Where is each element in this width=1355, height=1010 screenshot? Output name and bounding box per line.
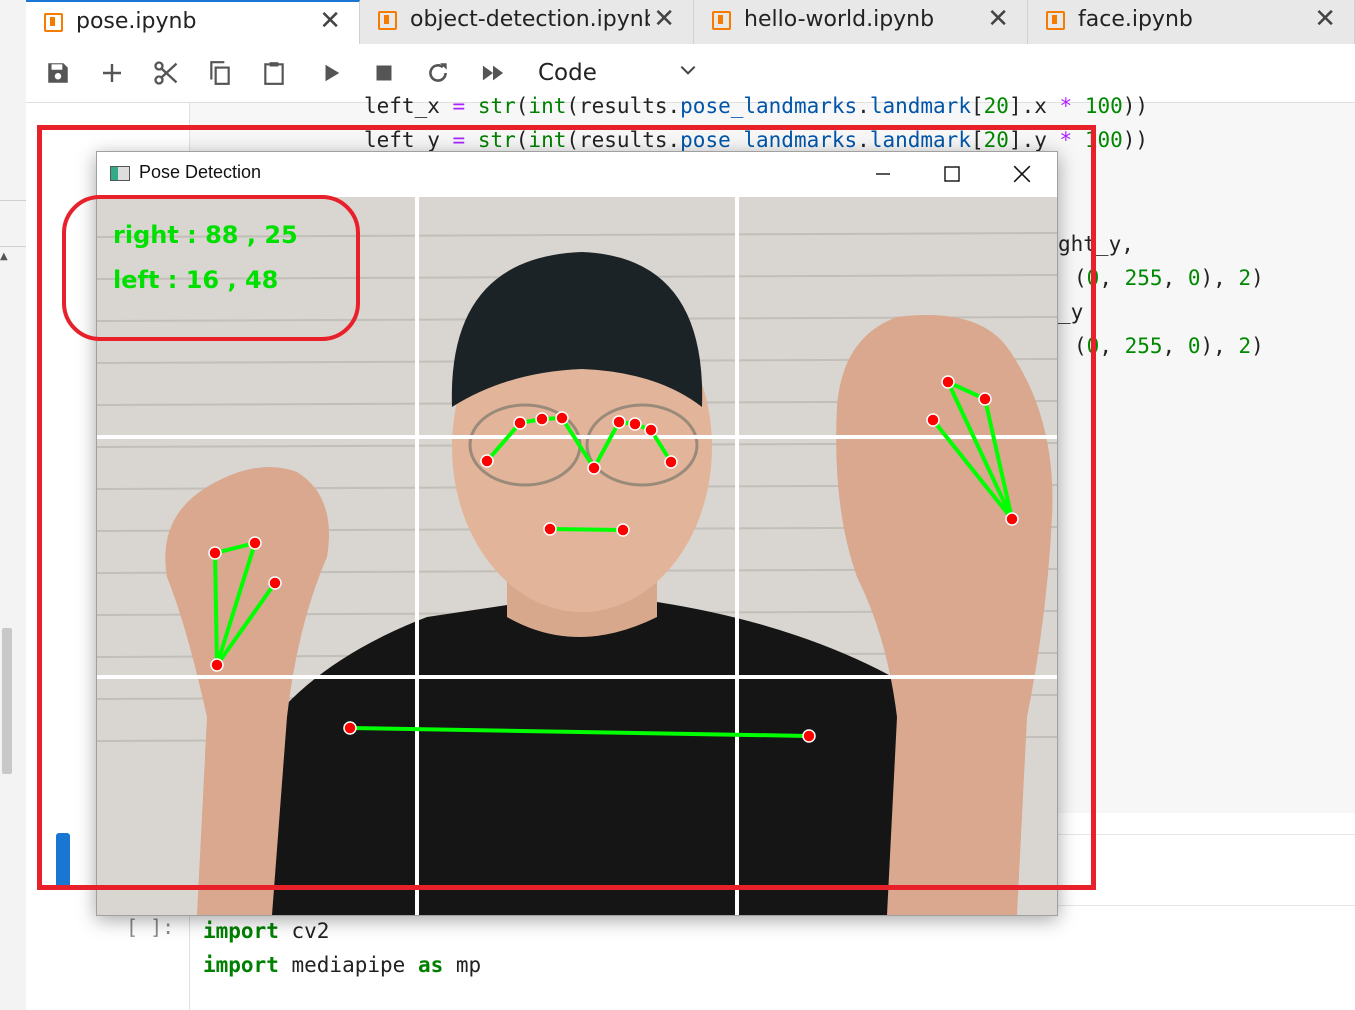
add-cell-button[interactable] [97,58,127,88]
code-line-import-cv2: import cv2 [203,919,330,943]
cut-button[interactable] [151,58,181,88]
annotation-oval [62,195,360,341]
cell-type-select[interactable]: Code [538,58,698,90]
save-button[interactable] [43,58,73,88]
left-sidebar-strip: ▲ [0,0,27,1010]
run-button[interactable] [316,58,346,88]
notebook-icon [44,13,63,32]
copy-icon [210,61,230,85]
code-fragment: (0, 255, 0), 2) [1074,334,1264,358]
tab-face[interactable]: face.ipynb ✕ [1028,0,1355,44]
close-icon[interactable]: ✕ [987,4,1009,34]
tab-label: object-detection.ipynb [410,7,650,32]
run-all-button[interactable] [478,58,508,88]
close-icon[interactable]: ✕ [653,4,675,34]
tab-label: face.ipynb [1078,7,1193,32]
notebook-icon [712,11,731,30]
scrollbar-thumb[interactable] [2,628,12,774]
run-icon [325,64,340,82]
tab-bar: pose.ipynb ✕ object-detection.ipynb ✕ he… [26,0,1355,45]
cell-type-value: Code [538,60,597,86]
tab-label: hello-world.ipynb [744,7,935,32]
paste-button[interactable] [259,58,289,88]
close-icon[interactable]: ✕ [319,6,341,36]
tab-object-detection[interactable]: object-detection.ipynb ✕ [360,0,694,44]
stop-button[interactable] [369,58,399,88]
code-fragment: (0, 255, 0), 2) [1074,266,1264,290]
notebook-icon [1046,11,1065,30]
paste-icon [264,62,284,85]
restart-icon [429,63,447,82]
notebook-icon [378,11,397,30]
code-line-left-x: left_x = str(int(results.pose_landmarks.… [364,94,1149,118]
tab-pose[interactable]: pose.ipynb ✕ [26,0,360,45]
tab-hello-world[interactable]: hello-world.ipynb ✕ [694,0,1028,44]
save-icon [48,63,68,83]
collapse-caret-icon[interactable]: ▲ [0,252,8,262]
stop-icon [376,65,392,81]
add-icon [103,64,121,82]
tab-label: pose.ipynb [76,9,197,34]
chevron-down-icon [678,60,698,84]
divider [0,200,26,201]
close-icon[interactable]: ✕ [1314,4,1336,34]
copy-button[interactable] [205,58,235,88]
divider [0,246,26,247]
code-line-import-mediapipe: import mediapipe as mp [203,953,482,977]
cell-prompt: [ ]: [126,915,175,939]
restart-button[interactable] [423,58,453,88]
cut-icon [154,61,178,85]
run-all-icon [482,65,504,81]
